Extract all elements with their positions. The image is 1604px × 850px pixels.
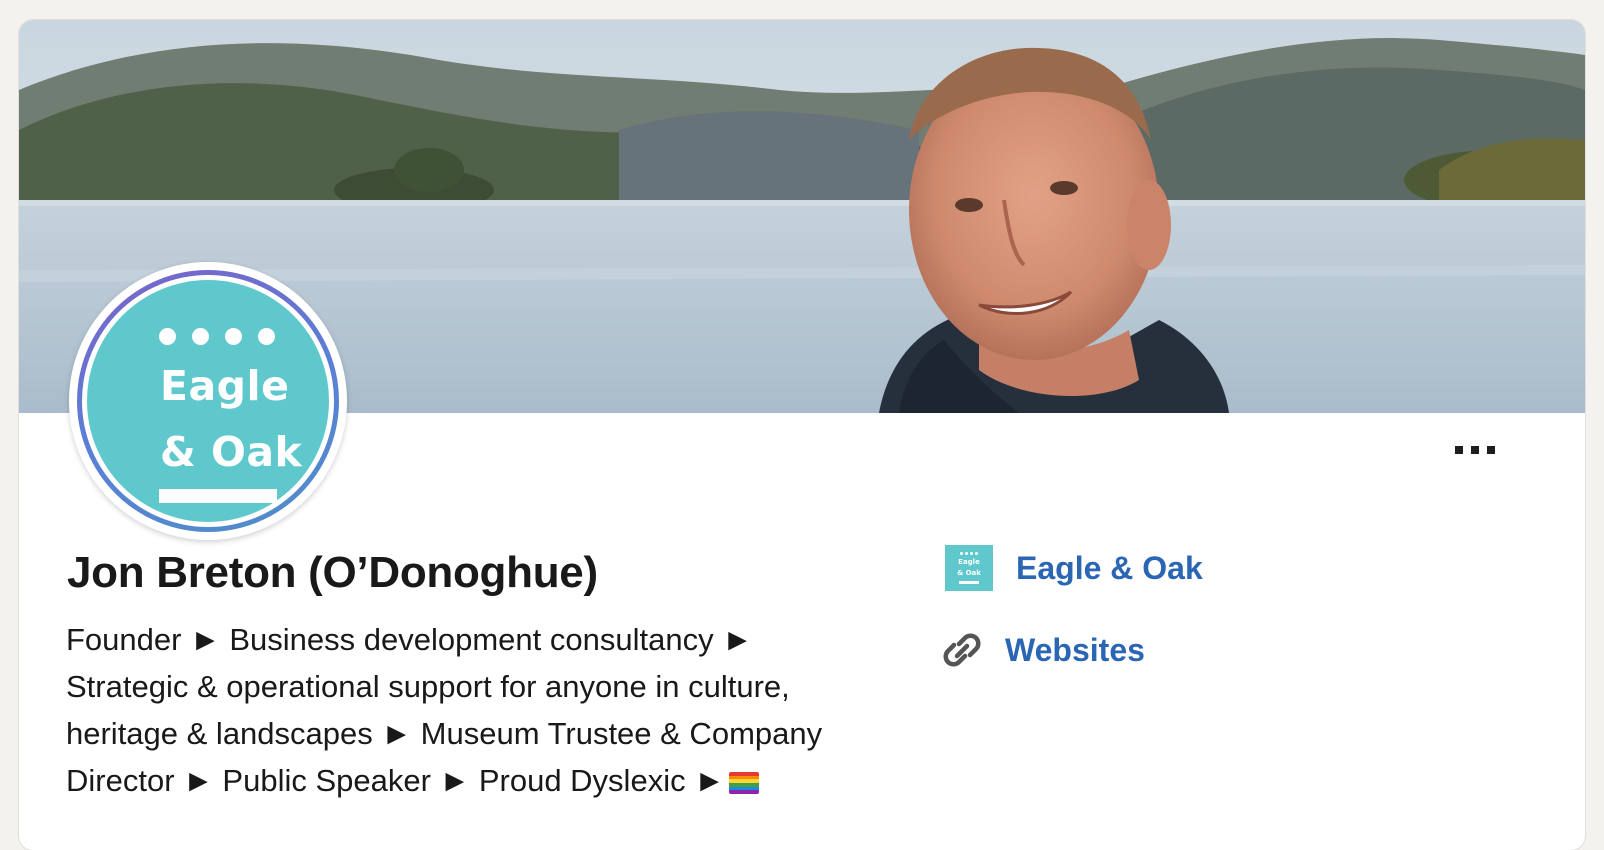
- company-name[interactable]: Eagle & Oak: [1016, 550, 1203, 587]
- more-horizontal-icon: [1487, 446, 1495, 454]
- logo-underline: [159, 489, 277, 503]
- logo-dot: [225, 328, 242, 345]
- websites-label[interactable]: Websites: [1005, 632, 1145, 669]
- headline-line: Founder ► Business development consultan…: [66, 622, 753, 657]
- logo-dot: [159, 328, 176, 345]
- logo-dot: [192, 328, 209, 345]
- company-logo-text-line1: Eagle: [958, 558, 980, 566]
- company-logo-icon: Eagle & Oak: [945, 545, 993, 591]
- logo-dots: [159, 328, 279, 348]
- avatar-ring-gradient: Eagle & Oak: [77, 270, 339, 532]
- more-horizontal-icon: [1471, 446, 1479, 454]
- logo-text-line2: & Oak: [160, 428, 303, 476]
- company-avatar[interactable]: Eagle & Oak: [69, 262, 347, 540]
- mini-dot: [965, 552, 968, 555]
- profile-name: Jon Breton (O’Donoghue): [67, 548, 598, 597]
- avatar-inner: Eagle & Oak: [82, 275, 334, 527]
- mini-dot: [970, 552, 973, 555]
- websites-link[interactable]: Websites: [943, 627, 1145, 673]
- more-horizontal-icon: [1455, 446, 1463, 454]
- logo-dot: [258, 328, 275, 345]
- headline-line: heritage & landscapes ► Museum Trustee &…: [66, 716, 823, 751]
- current-company-link[interactable]: Eagle & Oak Eagle & Oak: [945, 545, 1203, 591]
- eagle-and-oak-logo: Eagle & Oak: [87, 280, 329, 522]
- profile-headline: Founder ► Business development consultan…: [66, 616, 866, 804]
- rainbow-flag-icon: [728, 772, 759, 794]
- profile-card: Eagle & Oak Jon Breton (O’Donoghue) Foun…: [19, 20, 1585, 850]
- logo-text-line1: Eagle: [160, 362, 290, 410]
- company-logo-text-line2: & Oak: [957, 569, 981, 577]
- headline-line-text: Director ► Public Speaker ► Proud Dyslex…: [66, 763, 725, 798]
- headline-line: Director ► Public Speaker ► Proud Dyslex…: [66, 757, 866, 804]
- more-options-button[interactable]: [1447, 428, 1505, 474]
- mini-dot: [975, 552, 978, 555]
- mini-underline: [959, 581, 979, 584]
- mini-dot: [960, 552, 963, 555]
- headline-line: Strategic & operational support for anyo…: [66, 669, 790, 704]
- link-chain-icon: [943, 633, 981, 667]
